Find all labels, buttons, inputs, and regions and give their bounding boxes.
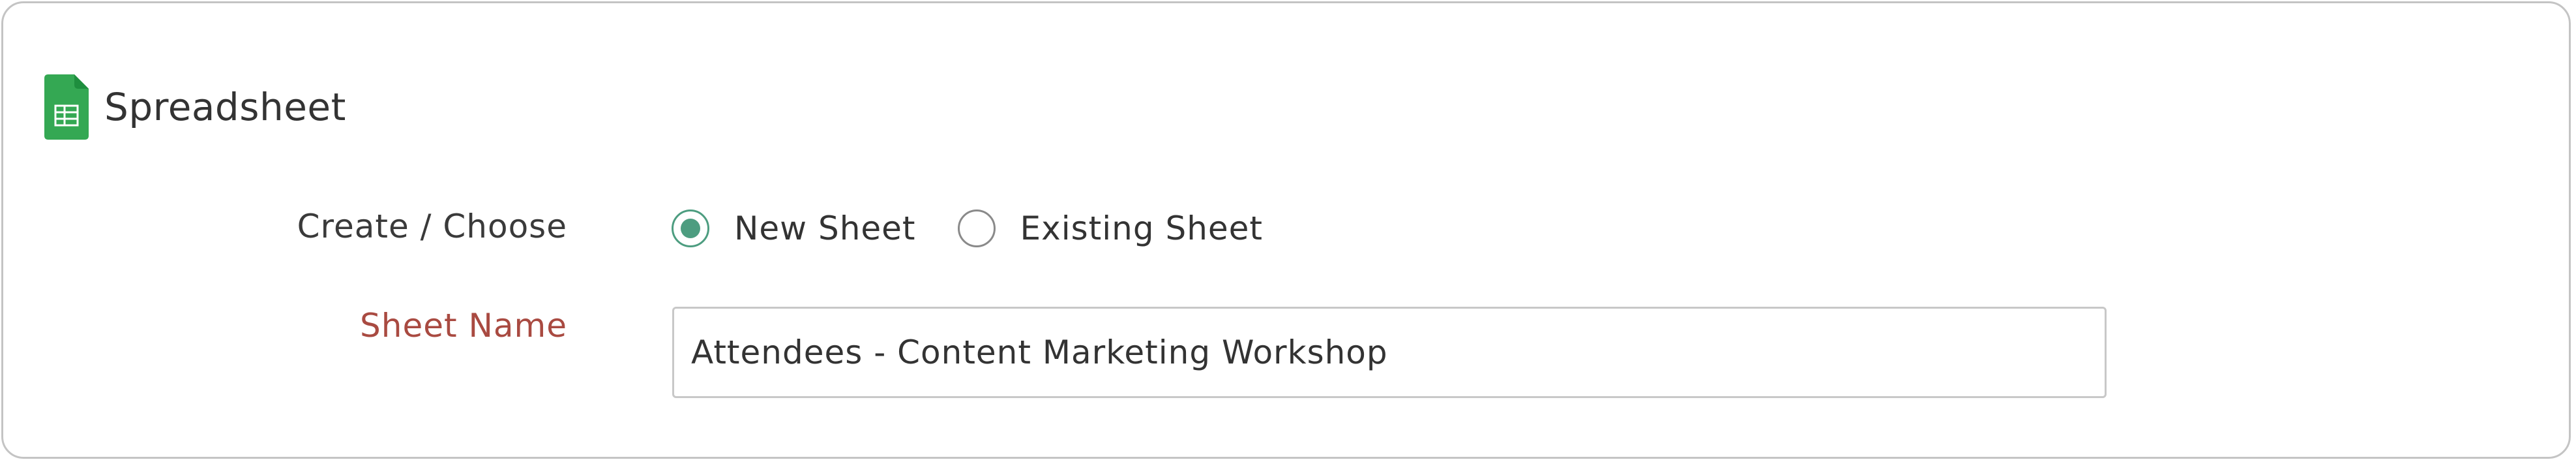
section-header: Spreadsheet bbox=[44, 74, 346, 140]
sheet-mode-radio-group: New Sheet Existing Sheet bbox=[672, 205, 1263, 252]
existing-sheet-radio[interactable] bbox=[957, 209, 996, 247]
existing-sheet-option[interactable]: Existing Sheet bbox=[957, 209, 1264, 247]
section-title: Spreadsheet bbox=[104, 85, 346, 129]
sheet-name-input[interactable] bbox=[672, 307, 2107, 398]
new-sheet-label[interactable]: New Sheet bbox=[734, 209, 916, 247]
create-choose-label: Create / Choose bbox=[297, 208, 567, 245]
new-sheet-option[interactable]: New Sheet bbox=[672, 209, 916, 247]
new-sheet-radio[interactable] bbox=[672, 209, 709, 247]
existing-sheet-label[interactable]: Existing Sheet bbox=[1020, 209, 1264, 247]
sheet-name-label: Sheet Name bbox=[360, 307, 567, 345]
google-sheets-icon bbox=[44, 74, 89, 140]
